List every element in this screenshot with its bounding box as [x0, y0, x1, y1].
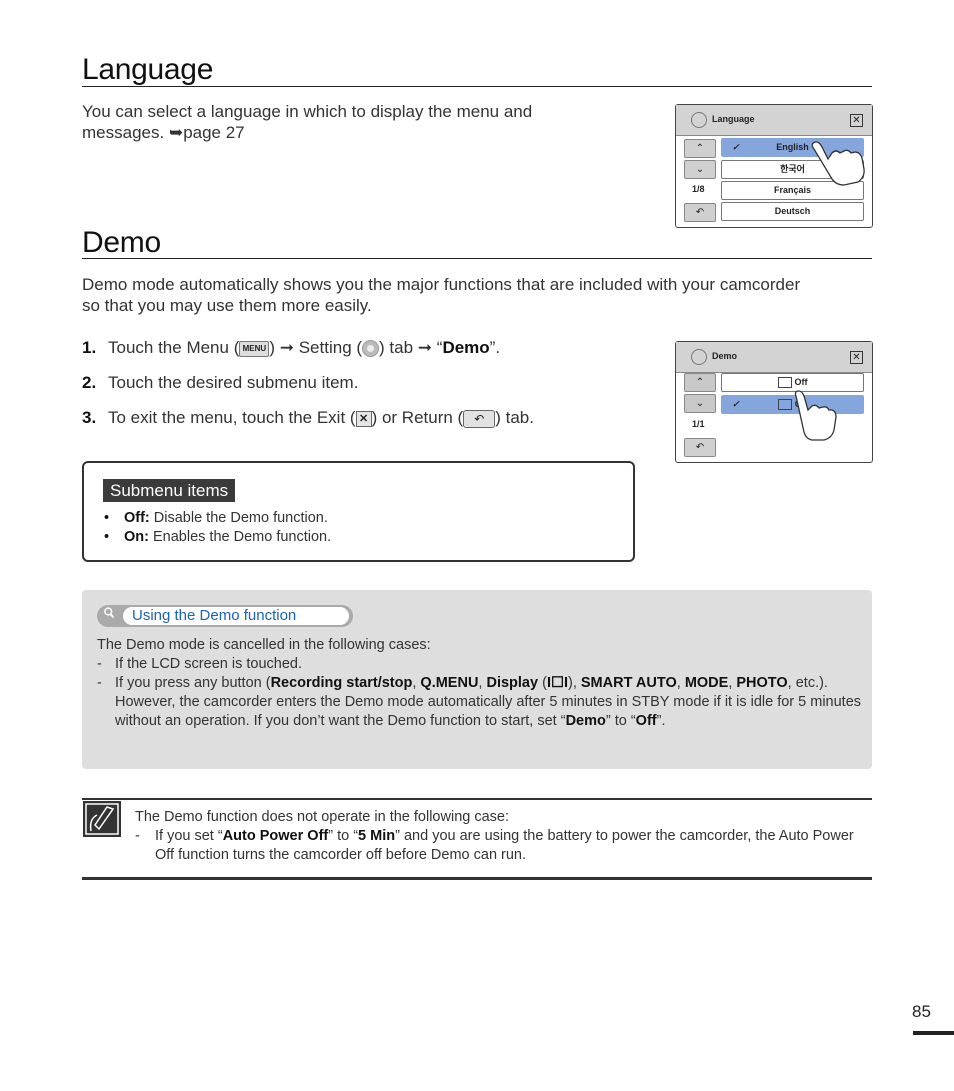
step-3: 3. To exit the menu, touch the Exit (✕) o…: [82, 408, 534, 428]
submenu-items-box: Submenu items Off: Disable the Demo func…: [82, 461, 635, 562]
display-icon: I☐I: [546, 675, 568, 691]
note-pen-icon: [83, 801, 121, 837]
note-top-rule: [82, 798, 872, 800]
scroll-down-button[interactable]: ⌄: [684, 160, 716, 179]
scroll-up-button[interactable]: ⌃: [684, 373, 716, 392]
submenu-item-on: On: Enables the Demo function.: [104, 528, 331, 547]
lcd-header: Demo ✕: [676, 342, 872, 373]
scroll-up-button[interactable]: ⌃: [684, 139, 716, 158]
exit-icon: ✕: [355, 410, 372, 427]
touch-hand-icon: [811, 141, 865, 186]
magnifier-icon: [104, 607, 115, 619]
step-2: 2. Touch the desired submenu item.: [82, 373, 359, 392]
page-indicator: 1/1: [692, 419, 705, 429]
page-number-bar: [913, 1031, 954, 1035]
return-button[interactable]: ↶: [684, 203, 716, 222]
note-bottom-rule: [82, 877, 872, 880]
lcd-title: Language: [712, 114, 755, 124]
setting-gear-icon: [362, 340, 380, 358]
page-ref-arrow-icon: ➥: [168, 123, 184, 142]
check-icon: ✓: [732, 142, 740, 152]
settings-gear-icon: [691, 112, 707, 128]
check-icon: ✓: [732, 399, 740, 409]
language-option-german[interactable]: Deutsch: [721, 202, 864, 221]
demo-icon: [777, 377, 792, 389]
demo-intro: Demo mode automatically shows you the ma…: [82, 275, 801, 315]
language-heading-rule: [82, 86, 872, 87]
arrow-icon: ➞: [417, 338, 433, 357]
page-indicator: 1/8: [692, 184, 705, 194]
arrow-icon: ➞: [279, 338, 294, 357]
submenu-list: Off: Disable the Demo function. On: Enab…: [104, 509, 331, 547]
demo-lcd-screenshot: Demo ✕ ⌃ ⌄ 1/1 ↶ Off ✓On: [675, 341, 873, 463]
tip-title-pill: Using the Demo function: [97, 605, 353, 627]
return-button[interactable]: ↶: [684, 438, 716, 457]
tip-text: The Demo mode is cancelled in the follow…: [97, 637, 862, 729]
lcd-header: Language ✕: [676, 105, 872, 136]
submenu-title: Submenu items: [103, 479, 236, 502]
lcd-title: Demo: [712, 351, 738, 361]
submenu-item-off: Off: Disable the Demo function.: [104, 509, 331, 528]
tip-title: Using the Demo function: [123, 607, 349, 625]
return-icon: ↶: [463, 409, 496, 428]
scroll-down-button[interactable]: ⌄: [684, 394, 716, 413]
menu-icon: MENU: [239, 340, 270, 357]
note-text: The Demo function does not operate in th…: [135, 809, 854, 863]
language-intro: You can select a language in which to di…: [82, 102, 533, 142]
touch-hand-icon: [794, 390, 837, 441]
page-ref-link[interactable]: page 27: [183, 123, 244, 142]
page-number: 85: [912, 1002, 931, 1021]
close-icon[interactable]: ✕: [850, 114, 863, 127]
demo-heading: Demo: [82, 226, 161, 259]
language-lcd-screenshot: Language ✕ ⌃ ⌄ 1/8 ↶ ✓ English 한국어 França…: [675, 104, 873, 228]
language-heading: Language: [82, 53, 214, 86]
tip-box: Using the Demo function The Demo mode is…: [82, 590, 872, 769]
demo-heading-rule: [82, 258, 872, 259]
step-1: 1. Touch the Menu (MENU) ➞ Setting () tab…: [82, 338, 501, 358]
settings-gear-icon: [691, 349, 707, 365]
close-icon[interactable]: ✕: [850, 351, 863, 364]
